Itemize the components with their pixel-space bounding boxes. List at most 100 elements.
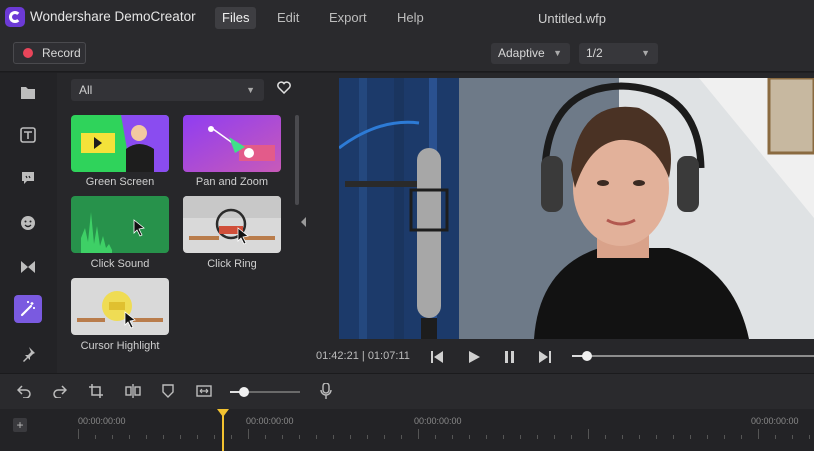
preview-panel: 01:42:21 | 01:07:11 — [310, 73, 814, 373]
split-icon[interactable] — [125, 384, 141, 403]
ruler-tick — [146, 435, 147, 439]
ruler-tick — [163, 435, 164, 439]
ruler-tick — [248, 429, 249, 439]
ruler-tick — [571, 435, 572, 439]
ruler-tick — [605, 435, 606, 439]
seek-handle[interactable] — [581, 351, 592, 361]
sticker-icon[interactable] — [14, 209, 42, 237]
text-title-icon[interactable] — [14, 121, 42, 149]
resolution-dropdown[interactable]: 1/2 ▼ — [579, 43, 658, 64]
annotation-icon[interactable] — [14, 164, 42, 192]
record-button[interactable]: Record — [13, 42, 86, 64]
ruler-timecode: 00:00:00:00 — [246, 416, 294, 426]
pin-icon[interactable] — [14, 340, 42, 368]
project-filename: Untitled.wfp — [538, 11, 606, 26]
crop-icon[interactable] — [89, 384, 103, 403]
favorites-heart-icon[interactable] — [277, 81, 291, 99]
ruler-tick — [639, 435, 640, 439]
chevron-down-icon: ▼ — [553, 48, 562, 58]
effects-wand-icon[interactable] — [14, 295, 42, 323]
effect-card-click-sound[interactable] — [71, 196, 169, 253]
chevron-down-icon: ▼ — [246, 85, 255, 95]
ruler-tick — [95, 435, 96, 439]
video-preview[interactable] — [339, 78, 814, 339]
marker-shield-icon[interactable] — [162, 384, 174, 403]
ruler-tick — [673, 435, 674, 439]
ruler-tick — [656, 435, 657, 439]
ruler-tick — [588, 429, 589, 439]
ruler-tick — [299, 435, 300, 439]
ruler-tick — [690, 435, 691, 439]
pause-icon[interactable] — [505, 350, 515, 368]
ruler-tick — [554, 435, 555, 439]
library-scrollbar[interactable] — [295, 115, 299, 205]
ruler-tick — [452, 435, 453, 439]
ruler-tick — [537, 435, 538, 439]
chevron-down-icon: ▼ — [641, 48, 650, 58]
current-time: 01:42:21 — [316, 350, 359, 362]
ruler-tick — [197, 435, 198, 439]
ruler-tick — [231, 435, 232, 439]
zoom-handle[interactable] — [239, 387, 249, 397]
ruler-timecode: 00:00:00:00 — [78, 416, 126, 426]
ruler-tick — [775, 435, 776, 439]
ruler-tick — [333, 435, 334, 439]
skip-back-icon[interactable] — [431, 350, 443, 368]
effect-label: Cursor Highlight — [80, 340, 160, 352]
playhead-handle[interactable] — [217, 409, 229, 417]
ruler-tick — [520, 435, 521, 439]
total-time: 01:07:11 — [367, 350, 410, 362]
collapse-panel-icon[interactable] — [301, 217, 306, 227]
menu-help[interactable]: Help — [390, 7, 431, 29]
ruler-tick — [401, 435, 402, 439]
ruler-tick — [350, 435, 351, 439]
effect-card-click-ring[interactable] — [183, 196, 281, 253]
menu-files[interactable]: Files — [215, 7, 257, 29]
play-icon[interactable] — [469, 350, 480, 368]
zoom-mode-value: Adaptive — [498, 46, 545, 60]
effect-card-cursor-highlight[interactable] — [71, 278, 169, 335]
effect-card-green-screen[interactable] — [71, 115, 169, 172]
menu-export[interactable]: Export — [322, 7, 374, 29]
effect-label: Green Screen — [85, 176, 155, 188]
ruler-timecode: 00:00:00:00 — [751, 416, 799, 426]
ruler-tick — [809, 435, 810, 439]
add-track-button[interactable]: + — [13, 418, 27, 432]
ruler-tick — [129, 435, 130, 439]
record-label: Record — [42, 46, 81, 60]
fit-timeline-icon[interactable] — [196, 384, 212, 403]
transition-icon[interactable] — [14, 253, 42, 281]
library-files-icon[interactable] — [14, 79, 42, 107]
redo-icon[interactable] — [53, 384, 68, 403]
player-timecode: 01:42:21 | 01:07:11 — [316, 350, 410, 362]
menu-edit[interactable]: Edit — [270, 7, 306, 29]
zoom-mode-dropdown[interactable]: Adaptive ▼ — [491, 43, 570, 64]
ruler-tick — [435, 435, 436, 439]
ruler-tick — [741, 435, 742, 439]
ruler-tick — [418, 429, 419, 439]
category-filter-dropdown[interactable]: All ▼ — [71, 79, 264, 101]
ruler-tick — [367, 435, 368, 439]
seek-bar[interactable] — [572, 351, 814, 361]
ruler-tick — [384, 435, 385, 439]
ruler-tick — [265, 435, 266, 439]
undo-icon[interactable] — [16, 384, 31, 403]
ruler-tick — [503, 435, 504, 439]
ruler-tick — [180, 435, 181, 439]
resolution-value: 1/2 — [586, 46, 603, 60]
skip-forward-icon[interactable] — [539, 350, 551, 368]
ruler-tick — [486, 435, 487, 439]
ruler-tick — [792, 435, 793, 439]
microphone-icon[interactable] — [320, 382, 332, 404]
ruler-tick — [758, 429, 759, 439]
ruler-tick — [112, 435, 113, 439]
timeline-toolbar — [0, 373, 814, 409]
timeline-zoom-slider[interactable] — [230, 387, 300, 397]
app-logo-icon — [5, 7, 25, 27]
ruler-tick — [622, 435, 623, 439]
ruler-timecode: 00:00:00:00 — [414, 416, 462, 426]
ruler-tick — [316, 435, 317, 439]
effect-card-pan-zoom[interactable] — [183, 115, 281, 172]
ruler-tick — [78, 429, 79, 439]
timeline-ruler[interactable]: + 00:00:00:00 00:00:00:00 00:00:00:00 00… — [0, 409, 814, 451]
